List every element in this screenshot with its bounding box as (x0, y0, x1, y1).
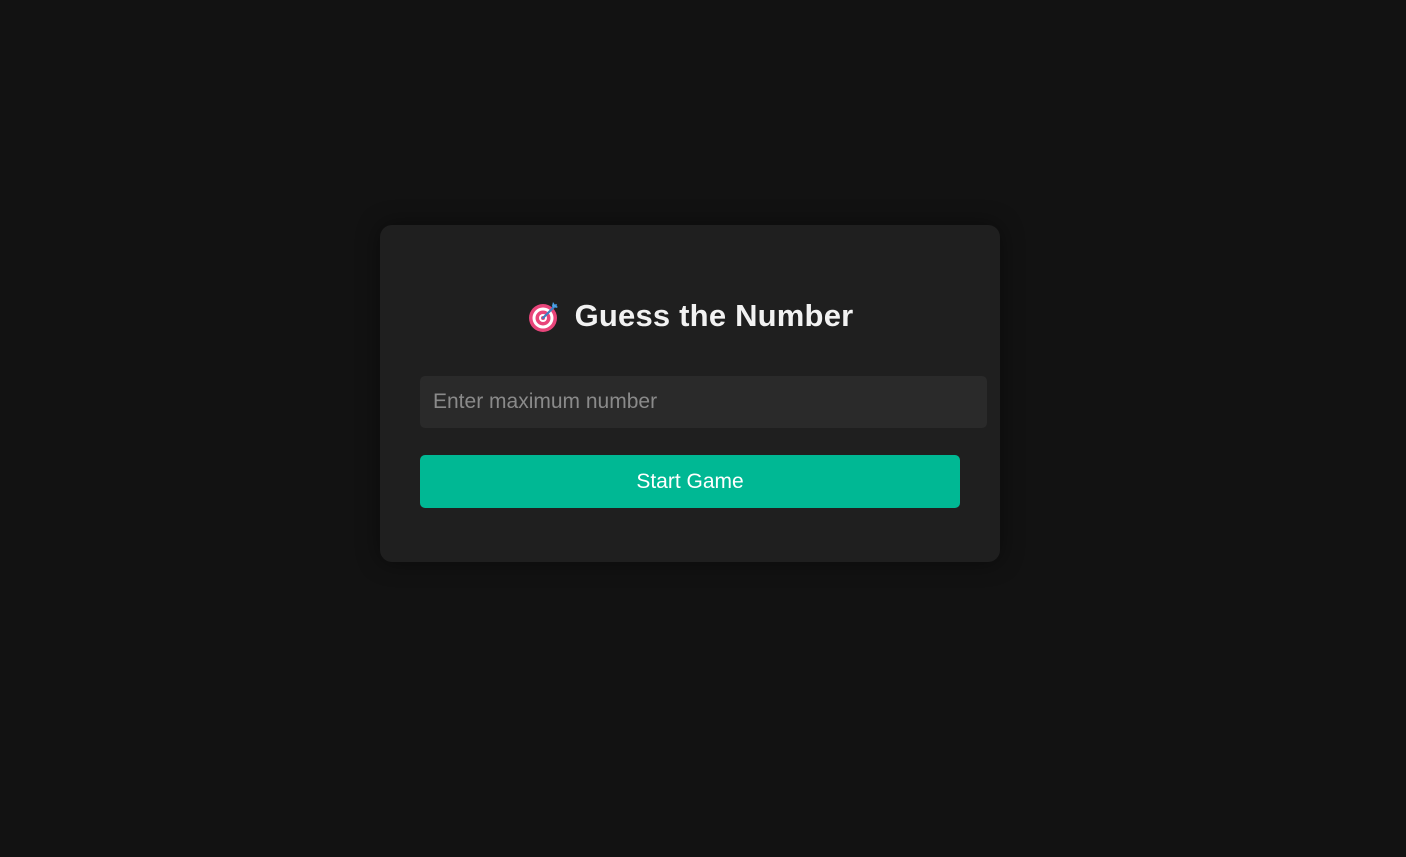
page: Guess the Number Start Game (0, 0, 1406, 857)
start-game-button[interactable]: Start Game (420, 455, 960, 508)
page-title: Guess the Number (574, 298, 854, 333)
max-number-input[interactable] (420, 376, 987, 428)
title-row: Guess the Number (0, 292, 1380, 340)
target-icon (528, 302, 558, 332)
